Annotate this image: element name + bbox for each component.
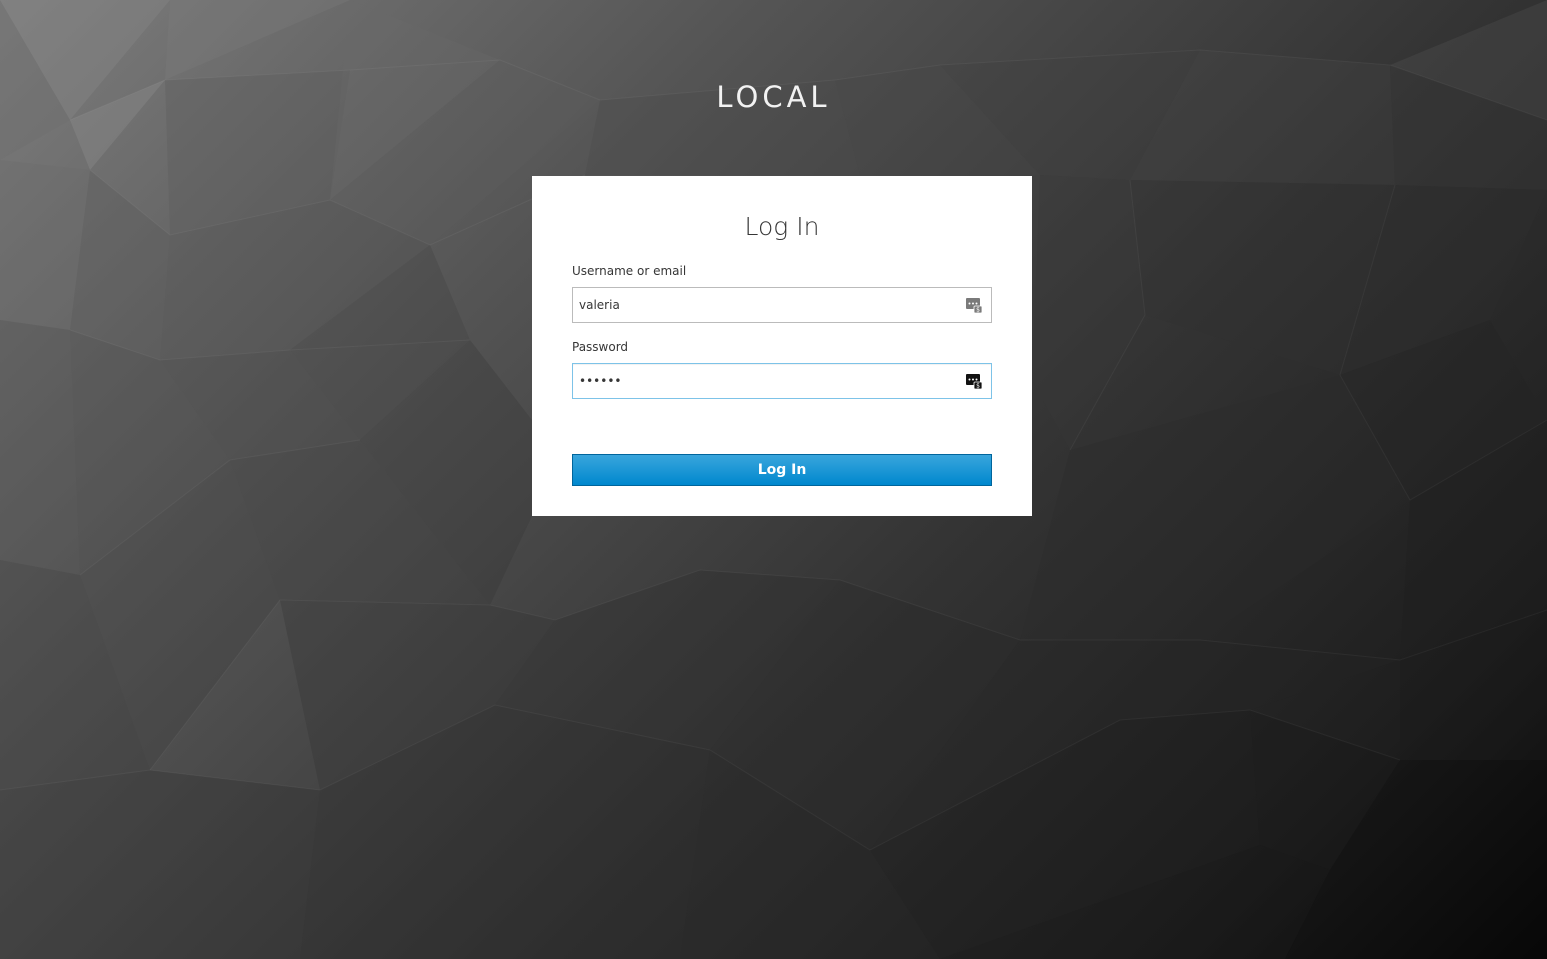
username-field-container: $ bbox=[572, 287, 992, 323]
login-card: Log In Username or email $ Password $ Lo… bbox=[532, 176, 1032, 516]
password-input[interactable] bbox=[573, 364, 959, 398]
login-heading: Log In bbox=[744, 212, 820, 241]
login-button[interactable]: Log In bbox=[572, 454, 992, 486]
password-field-container: $ bbox=[572, 363, 992, 399]
password-manager-icon[interactable]: $ bbox=[965, 296, 983, 314]
username-input[interactable] bbox=[573, 288, 959, 322]
svg-text:$: $ bbox=[976, 307, 980, 314]
realm-title: LOCAL bbox=[716, 80, 831, 114]
password-manager-icon[interactable]: $ bbox=[965, 372, 983, 390]
username-label: Username or email bbox=[572, 264, 687, 278]
password-label: Password bbox=[572, 340, 629, 354]
svg-text:$: $ bbox=[976, 383, 980, 390]
